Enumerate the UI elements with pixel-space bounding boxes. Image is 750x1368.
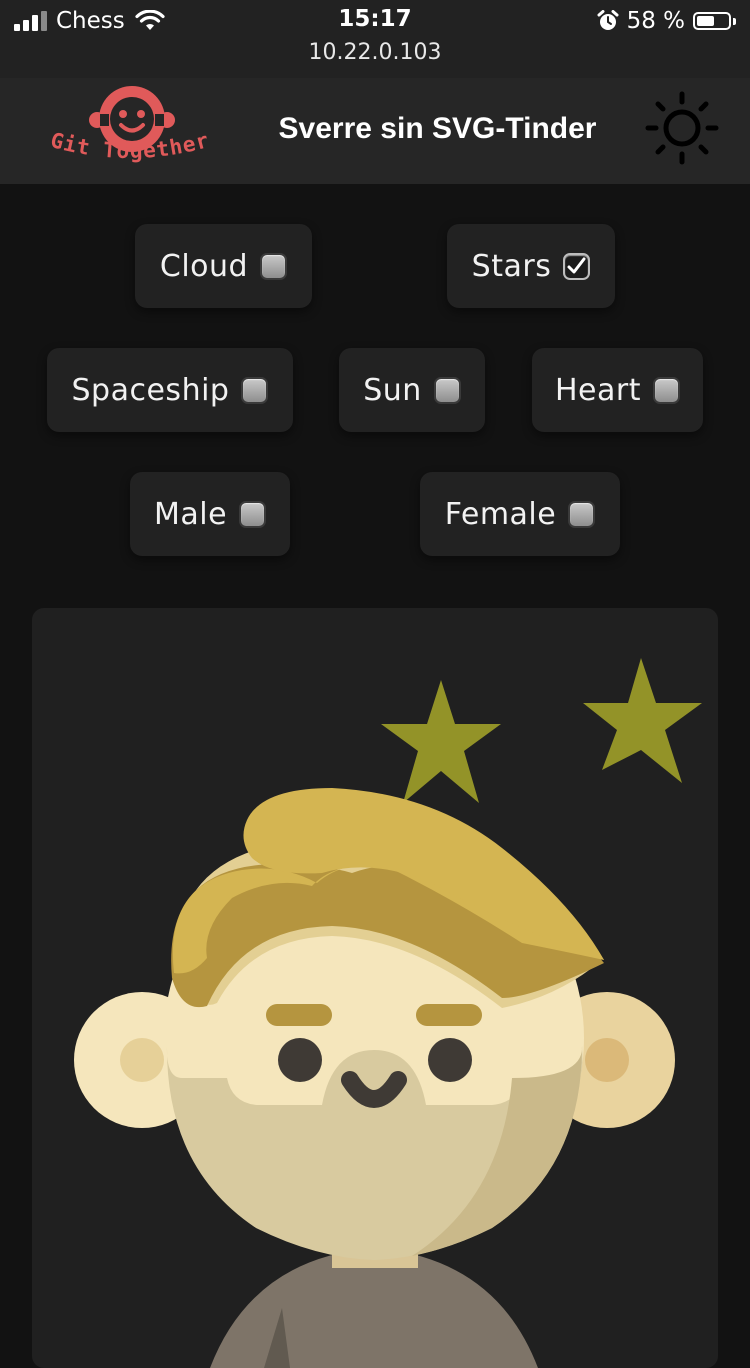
- filter-female[interactable]: Female: [420, 472, 620, 556]
- eye-right: [428, 1038, 472, 1082]
- filter-label: Heart: [555, 372, 641, 408]
- filter-male[interactable]: Male: [130, 472, 290, 556]
- sun-checkbox[interactable]: [433, 376, 461, 404]
- filter-options: Cloud Stars Spaceship Sun Heart Male Fem…: [0, 184, 750, 584]
- battery-tip: [733, 17, 736, 25]
- sun-icon[interactable]: [640, 86, 724, 170]
- filter-sun[interactable]: Sun: [339, 348, 485, 432]
- star-icon: [381, 680, 501, 803]
- eye-left: [278, 1038, 322, 1082]
- female-checkbox[interactable]: [568, 500, 596, 528]
- status-bar: Chess 15:17 10.22.0.103 58 %: [0, 0, 750, 78]
- battery-percent: 58 %: [626, 8, 685, 34]
- url-label: 10.22.0.103: [308, 40, 442, 65]
- checkmark-icon: [567, 257, 586, 273]
- filter-label: Spaceship: [71, 372, 230, 408]
- avatar-illustration: [74, 658, 702, 1368]
- app-header: Git Together Sverre sin SVG-Tinder: [0, 78, 750, 184]
- battery-level: [697, 16, 714, 26]
- page-title: Sverre sin SVG-Tinder: [278, 112, 597, 145]
- male-checkbox[interactable]: [239, 500, 267, 528]
- filter-stars[interactable]: Stars: [447, 224, 615, 308]
- filter-label: Sun: [363, 372, 422, 408]
- stars-checkbox[interactable]: [563, 252, 591, 280]
- filter-label: Male: [153, 496, 228, 532]
- battery-icon: [693, 12, 731, 30]
- eyebrow-left: [266, 1004, 332, 1026]
- filter-label: Female: [444, 496, 557, 532]
- avatar-card[interactable]: [32, 608, 718, 1368]
- git-together-logo[interactable]: Git Together: [30, 84, 230, 180]
- filter-cloud[interactable]: Cloud: [135, 224, 312, 308]
- heart-checkbox[interactable]: [653, 376, 680, 404]
- filter-spaceship[interactable]: Spaceship: [47, 348, 293, 432]
- cloud-checkbox[interactable]: [260, 252, 288, 280]
- filter-label: Cloud: [159, 248, 249, 284]
- eyebrow-right: [416, 1004, 482, 1026]
- filter-label: Stars: [471, 248, 552, 284]
- star-icon: [583, 658, 702, 783]
- alarm-icon: [597, 10, 619, 30]
- status-right: 58 %: [597, 6, 736, 36]
- filter-heart[interactable]: Heart: [532, 348, 703, 432]
- spaceship-checkbox[interactable]: [241, 376, 269, 404]
